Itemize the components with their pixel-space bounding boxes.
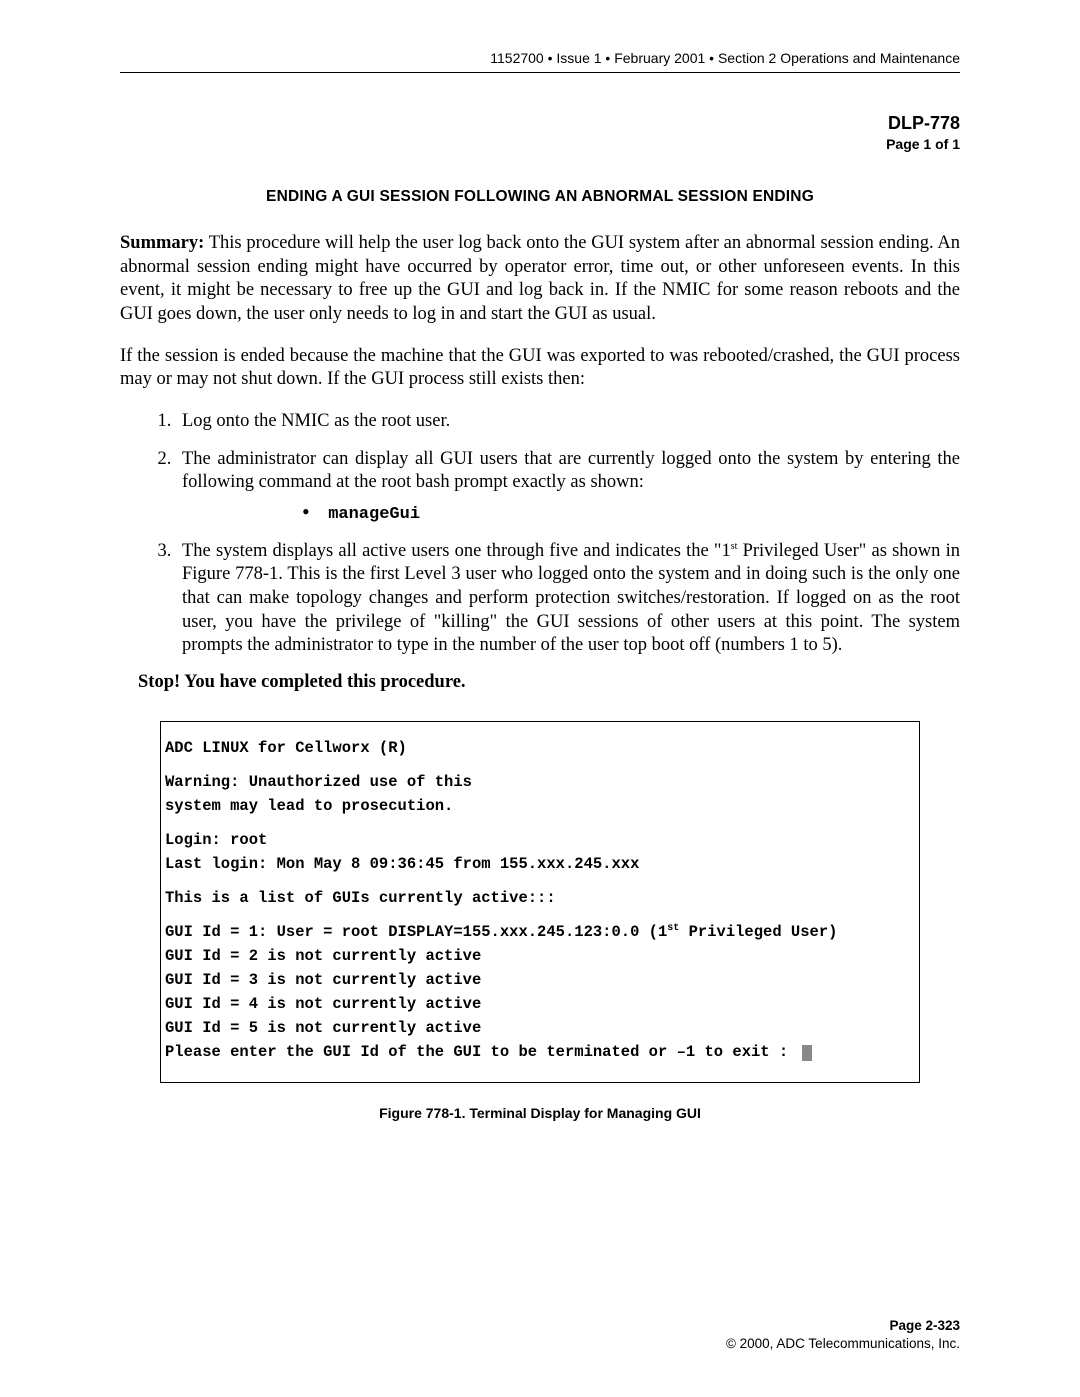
terminal-line: GUI Id = 1: User = root DISPLAY=155.xxx.… xyxy=(165,920,907,944)
summary-paragraph: Summary: This procedure will help the us… xyxy=(120,232,960,327)
terminal-line: GUI Id = 3 is not currently active xyxy=(165,968,907,992)
step-3-text-a: The system displays all active users one… xyxy=(182,541,731,561)
step-1: Log onto the NMIC as the root user. xyxy=(176,410,960,434)
terminal-line: Login: root xyxy=(165,828,907,852)
step-3: The system displays all active users one… xyxy=(176,540,960,658)
step-2: The administrator can display all GUI us… xyxy=(176,448,960,526)
stop-line: Stop! You have completed this procedure. xyxy=(138,672,960,693)
page-footer: Page 2-323 © 2000, ADC Telecommunication… xyxy=(726,1317,960,1353)
footer-copyright: © 2000, ADC Telecommunications, Inc. xyxy=(726,1335,960,1353)
terminal-line: ADC LINUX for Cellworx (R) xyxy=(165,736,907,760)
figure-caption: Figure 778-1. Terminal Display for Manag… xyxy=(120,1105,960,1121)
page: 1152700 • Issue 1 • February 2001 • Sect… xyxy=(0,0,1080,1397)
command-text: manageGui xyxy=(328,505,420,524)
command-row: • manageGui xyxy=(302,501,960,526)
footer-page-number: Page 2-323 xyxy=(726,1317,960,1335)
terminal-output: ADC LINUX for Cellworx (R) Warning: Unau… xyxy=(160,721,920,1083)
procedure-steps: Log onto the NMIC as the root user. The … xyxy=(120,410,960,658)
dlp-block: DLP-778 Page 1 of 1 xyxy=(120,113,960,152)
intro-paragraph-2: If the session is ended because the mach… xyxy=(120,345,960,392)
summary-text: This procedure will help the user log ba… xyxy=(120,233,960,324)
header-rule xyxy=(120,72,960,73)
terminal-sup: st xyxy=(667,923,679,934)
dlp-page-indicator: Page 1 of 1 xyxy=(120,136,960,152)
terminal-line: system may lead to prosecution. xyxy=(165,794,907,818)
terminal-line: GUI Id = 2 is not currently active xyxy=(165,944,907,968)
terminal-prompt: Please enter the GUI Id of the GUI to be… xyxy=(165,1043,798,1061)
terminal-text: Privileged User) xyxy=(679,923,837,941)
terminal-line: This is a list of GUIs currently active:… xyxy=(165,886,907,910)
terminal-line: GUI Id = 4 is not currently active xyxy=(165,992,907,1016)
document-title: ENDING A GUI SESSION FOLLOWING AN ABNORM… xyxy=(120,188,960,206)
terminal-line: Last login: Mon May 8 09:36:45 from 155.… xyxy=(165,852,907,876)
terminal-line: GUI Id = 5 is not currently active xyxy=(165,1016,907,1040)
summary-label: Summary: xyxy=(120,233,204,253)
step-2-text: The administrator can display all GUI us… xyxy=(182,449,960,493)
terminal-line: Please enter the GUI Id of the GUI to be… xyxy=(165,1040,907,1064)
terminal-line: Warning: Unauthorized use of this xyxy=(165,770,907,794)
running-header: 1152700 • Issue 1 • February 2001 • Sect… xyxy=(120,50,960,66)
terminal-text: GUI Id = 1: User = root DISPLAY=155.xxx.… xyxy=(165,923,667,941)
dlp-code: DLP-778 xyxy=(120,113,960,134)
cursor-icon xyxy=(802,1045,812,1061)
